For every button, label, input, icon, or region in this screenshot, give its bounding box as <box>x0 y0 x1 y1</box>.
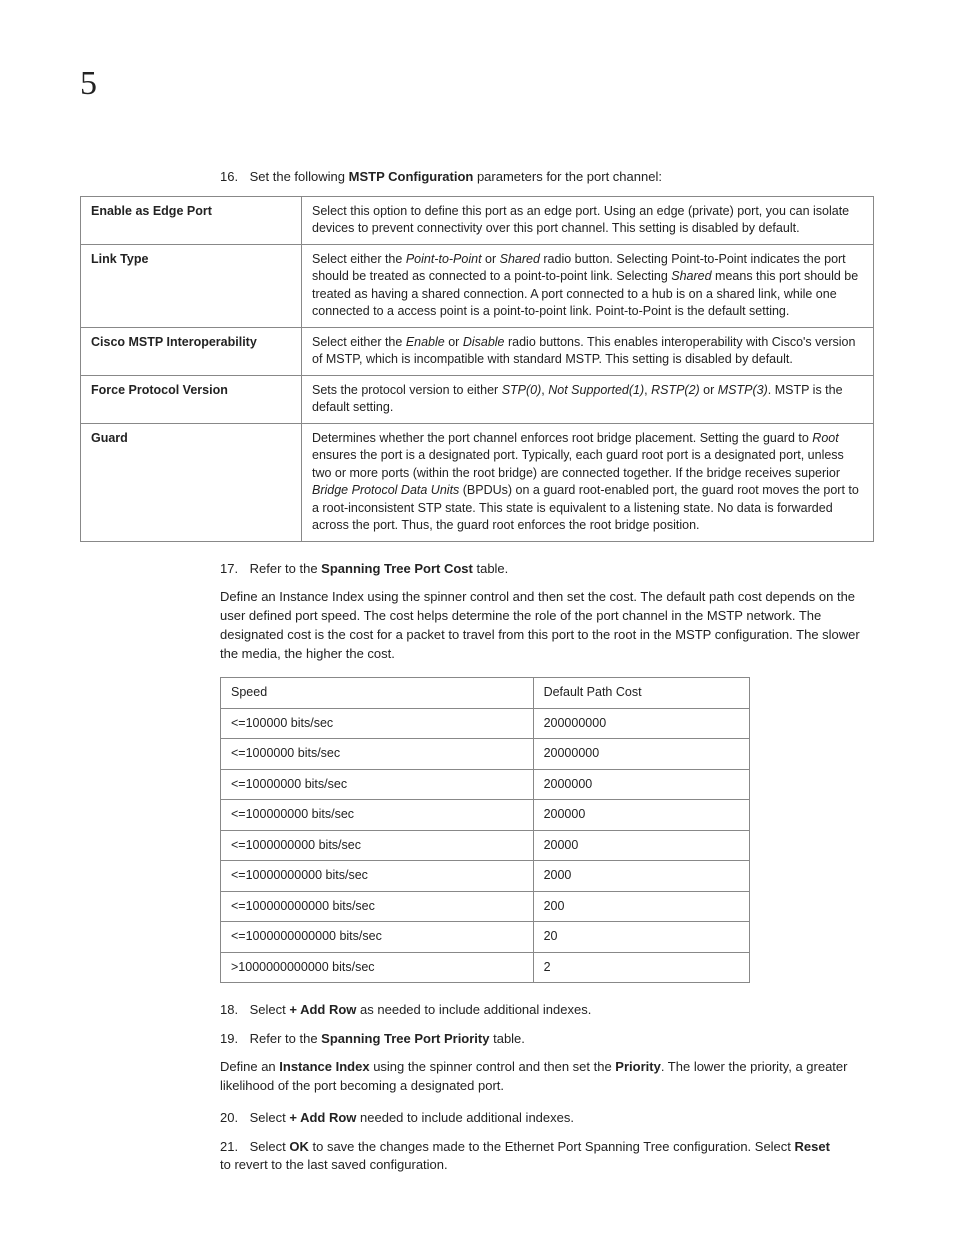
table-row: <=100000000000 bits/sec200 <box>221 891 750 922</box>
speed-cell: <=100000 bits/sec <box>221 708 534 739</box>
step-21: 21. Select OK to save the changes made t… <box>220 1138 834 1174</box>
step-text: Set the following <box>250 169 349 184</box>
step-bold: Spanning Tree Port Cost <box>321 561 473 576</box>
mstp-config-table: Enable as Edge PortSelect this option to… <box>80 196 874 542</box>
step-text: to save the changes made to the Ethernet… <box>309 1139 795 1154</box>
step-text: as needed to include additional indexes. <box>356 1002 591 1017</box>
table-row: Force Protocol VersionSets the protocol … <box>81 375 874 423</box>
step-18: 18. Select + Add Row as needed to includ… <box>220 1001 874 1019</box>
step-bold: + Add Row <box>289 1110 356 1125</box>
step-num: 19. <box>220 1030 246 1048</box>
param-desc: Select this option to define this port a… <box>302 196 874 244</box>
table-row: <=100000000 bits/sec200000 <box>221 800 750 831</box>
table-row: <=100000 bits/sec200000000 <box>221 708 750 739</box>
speed-cell: >1000000000000 bits/sec <box>221 952 534 983</box>
step-text: parameters for the port channel: <box>473 169 662 184</box>
text: Define an <box>220 1059 279 1074</box>
table-row: >1000000000000 bits/sec2 <box>221 952 750 983</box>
text: using the spinner control and then set t… <box>370 1059 616 1074</box>
step-text: needed to include additional indexes. <box>356 1110 574 1125</box>
step-16: 16. Set the following MSTP Configuration… <box>220 168 874 186</box>
cost-cell: 2 <box>533 952 749 983</box>
bold: Instance Index <box>279 1059 369 1074</box>
table-row: <=10000000 bits/sec2000000 <box>221 769 750 800</box>
bold: Reset <box>795 1139 830 1154</box>
speed-cell: <=100000000000 bits/sec <box>221 891 534 922</box>
step-bold: + Add Row <box>289 1002 356 1017</box>
cost-cell: 200000 <box>533 800 749 831</box>
table-row: GuardDetermines whether the port channel… <box>81 423 874 541</box>
step-num: 18. <box>220 1001 246 1019</box>
step-text: Select <box>250 1139 290 1154</box>
speed-cell: <=1000000 bits/sec <box>221 739 534 770</box>
step-text: Refer to the <box>250 561 322 576</box>
step-num: 17. <box>220 560 246 578</box>
step-text: table. <box>473 561 508 576</box>
step-20: 20. Select + Add Row needed to include a… <box>220 1109 874 1127</box>
bold: OK <box>289 1139 309 1154</box>
table-header: Default Path Cost <box>533 678 749 709</box>
speed-cell: <=1000000000 bits/sec <box>221 830 534 861</box>
step-text: to revert to the last saved configuratio… <box>220 1157 448 1172</box>
param-desc: Sets the protocol version to either STP(… <box>302 375 874 423</box>
speed-cell: <=10000000000 bits/sec <box>221 861 534 892</box>
param-label: Enable as Edge Port <box>81 196 302 244</box>
cost-cell: 2000000 <box>533 769 749 800</box>
paragraph-17: Define an Instance Index using the spinn… <box>220 588 874 663</box>
paragraph-19: Define an Instance Index using the spinn… <box>220 1058 874 1096</box>
param-desc: Determines whether the port channel enfo… <box>302 423 874 541</box>
param-label: Guard <box>81 423 302 541</box>
param-label: Link Type <box>81 244 302 327</box>
table-row: <=1000000000 bits/sec20000 <box>221 830 750 861</box>
table-row: <=10000000000 bits/sec2000 <box>221 861 750 892</box>
speed-cell: <=100000000 bits/sec <box>221 800 534 831</box>
cost-cell: 20000000 <box>533 739 749 770</box>
param-label: Force Protocol Version <box>81 375 302 423</box>
cost-cell: 20000 <box>533 830 749 861</box>
cost-cell: 200 <box>533 891 749 922</box>
param-desc: Select either the Enable or Disable radi… <box>302 327 874 375</box>
speed-cell: <=1000000000000 bits/sec <box>221 922 534 953</box>
step-text: table. <box>489 1031 524 1046</box>
step-text: Select <box>250 1002 290 1017</box>
bold: Priority <box>615 1059 661 1074</box>
step-num: 21. <box>220 1138 246 1156</box>
table-row: Link TypeSelect either the Point-to-Poin… <box>81 244 874 327</box>
step-num: 20. <box>220 1109 246 1127</box>
table-row: Enable as Edge PortSelect this option to… <box>81 196 874 244</box>
step-17: 17. Refer to the Spanning Tree Port Cost… <box>220 560 874 578</box>
table-header: Speed <box>221 678 534 709</box>
step-num: 16. <box>220 168 246 186</box>
step-bold: MSTP Configuration <box>349 169 474 184</box>
param-label: Cisco MSTP Interoperability <box>81 327 302 375</box>
table-row: <=1000000 bits/sec20000000 <box>221 739 750 770</box>
step-text: Select <box>250 1110 290 1125</box>
path-cost-table: SpeedDefault Path Cost<=100000 bits/sec2… <box>220 677 750 983</box>
chapter-number: 5 <box>80 60 874 108</box>
cost-cell: 2000 <box>533 861 749 892</box>
step-text: Refer to the <box>250 1031 322 1046</box>
cost-cell: 20 <box>533 922 749 953</box>
table-row: Cisco MSTP InteroperabilitySelect either… <box>81 327 874 375</box>
step-bold: Spanning Tree Port Priority <box>321 1031 489 1046</box>
table-row: <=1000000000000 bits/sec20 <box>221 922 750 953</box>
cost-cell: 200000000 <box>533 708 749 739</box>
param-desc: Select either the Point-to-Point or Shar… <box>302 244 874 327</box>
step-19: 19. Refer to the Spanning Tree Port Prio… <box>220 1030 874 1048</box>
table-header-row: SpeedDefault Path Cost <box>221 678 750 709</box>
speed-cell: <=10000000 bits/sec <box>221 769 534 800</box>
